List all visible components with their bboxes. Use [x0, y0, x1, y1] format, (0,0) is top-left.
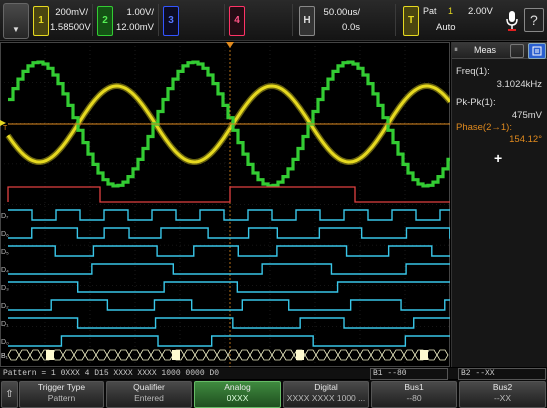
- bus-match-marker: [172, 350, 180, 360]
- trigger-type[interactable]: Pat: [423, 6, 437, 16]
- up-arrow-icon: ⇧: [5, 389, 14, 400]
- trigger-mode[interactable]: Auto: [436, 22, 456, 33]
- bus-match-marker: [46, 350, 54, 360]
- digital-channel-label: D₅: [1, 249, 9, 256]
- divider: [158, 4, 159, 36]
- channel-1-offset: 1.58500V: [50, 22, 91, 33]
- measurement-list-icon[interactable]: [528, 43, 546, 59]
- main-menu-button[interactable]: ▼: [3, 3, 29, 39]
- pattern-status-bar: Pattern = 1 0XXX 4 D15 XXXX XXXX 1000 00…: [0, 368, 547, 380]
- microphone-icon[interactable]: [505, 10, 519, 32]
- divider: [92, 4, 93, 36]
- digital-channel-label: D₃: [1, 285, 9, 292]
- softkey-analog[interactable]: Analog 0XXX: [194, 381, 281, 408]
- measurement-label: Phase(2→1):: [456, 122, 512, 133]
- softkey-value: Pattern: [47, 393, 76, 403]
- measurement-value: 154.12°: [509, 134, 542, 145]
- channel-2-scale: 1.00V/: [126, 7, 154, 18]
- top-status-bar: ▼ 1 200mV/ 1.58500V 2 1.00V/ 12.00mV 3 4…: [0, 0, 547, 41]
- bus1-value: B1 --80: [373, 369, 407, 378]
- softkey-digital[interactable]: Digital XXXX XXXX 1000 ...: [283, 381, 369, 408]
- softkey-bus2[interactable]: Bus2 --XX: [459, 381, 546, 408]
- channel-2-settings[interactable]: 1.00V/ 12.00mV: [114, 5, 154, 35]
- svg-text:?: ?: [530, 12, 538, 28]
- channel-1-scale: 200mV/: [55, 7, 88, 18]
- softkey-trigger-type[interactable]: Trigger Type Pattern: [19, 381, 104, 408]
- digital-channel-label: D₇: [1, 213, 9, 220]
- measurement-value: 475mV: [511, 110, 542, 121]
- panel-grip-icon[interactable]: ⏸: [454, 45, 458, 55]
- softkey-title: Digital: [314, 382, 338, 392]
- softkey-title: Analog: [224, 382, 251, 392]
- chevron-down-icon: ▼: [12, 25, 20, 34]
- digital-channel-label: D₂: [1, 303, 9, 310]
- horizontal-settings[interactable]: 50.00us/ 0.0s: [316, 5, 360, 35]
- bus1-readout: B1 --80: [370, 368, 448, 380]
- softkey-bus1[interactable]: Bus1 --80: [371, 381, 457, 408]
- bus2-value: B2 --XX: [461, 369, 495, 378]
- back-button[interactable]: ⇧: [1, 381, 18, 408]
- softkey-value: --XX: [494, 393, 511, 403]
- divider: [224, 4, 225, 36]
- panel-title: Meas: [474, 45, 497, 55]
- timebase-value: 50.00us/: [323, 7, 360, 18]
- channel-2-offset: 12.00mV: [115, 22, 154, 33]
- measurements-panel: ⏸ Meas Freq(1): 3.1024kHz Pk-Pk(1): 475m…: [451, 42, 547, 367]
- bus-match-marker: [296, 350, 304, 360]
- softkey-title: Trigger Type: [37, 382, 86, 392]
- bus-match-marker: [420, 350, 428, 360]
- help-icon[interactable]: ?: [524, 8, 544, 32]
- channel-3-button[interactable]: 3: [163, 6, 179, 36]
- softkey-value: --80: [406, 393, 422, 403]
- softkey-value: Entered: [134, 393, 164, 403]
- delay-value: 0.0s: [342, 22, 360, 33]
- bus-label: B₁: [1, 353, 9, 360]
- digital-channel-label: D₀: [1, 339, 9, 346]
- measurement-value: 3.1024kHz: [496, 79, 542, 90]
- measurement-label: Pk-Pk(1):: [456, 97, 496, 108]
- channel-4-button[interactable]: 4: [229, 6, 245, 36]
- softkey-title: Qualifier: [133, 382, 165, 392]
- softkey-value: XXXX XXXX 1000 ...: [286, 393, 366, 403]
- digital-channel-label: D₄: [1, 267, 9, 274]
- softkey-title: Bus2: [492, 382, 513, 392]
- add-measurement-button[interactable]: +: [494, 150, 502, 166]
- trigger-button[interactable]: T: [403, 6, 419, 36]
- bus2-readout: B2 --XX: [458, 368, 546, 380]
- trigger-level-marker[interactable]: T: [3, 125, 8, 132]
- channel-1-settings[interactable]: 200mV/ 1.58500V: [50, 5, 91, 35]
- pattern-text: Pattern = 1 0XXX 4 D15 XXXX XXXX 1000 00…: [3, 369, 220, 378]
- softkey-qualifier[interactable]: Qualifier Entered: [106, 381, 192, 408]
- divider: [395, 4, 396, 36]
- measurement-label: Freq(1):: [456, 66, 490, 77]
- channel-2-button[interactable]: 2: [97, 6, 113, 36]
- panel-options-icon[interactable]: [510, 44, 524, 58]
- trigger-source: 1: [448, 6, 454, 16]
- digital-channel-label: D₆: [1, 231, 9, 238]
- softkey-title: Bus1: [404, 382, 424, 392]
- digital-channel-label: D₁: [1, 321, 9, 328]
- channel-1-button[interactable]: 1: [33, 6, 49, 36]
- softkey-value: 0XXX: [226, 393, 249, 403]
- horizontal-button[interactable]: H: [299, 6, 315, 36]
- waveform-display[interactable]: D₇ D₆ D₅ D₄ D₃ D₂ D₁ D₀ B₁ T: [0, 42, 450, 367]
- trigger-level: 2.00V: [468, 6, 493, 17]
- divider: [292, 4, 293, 36]
